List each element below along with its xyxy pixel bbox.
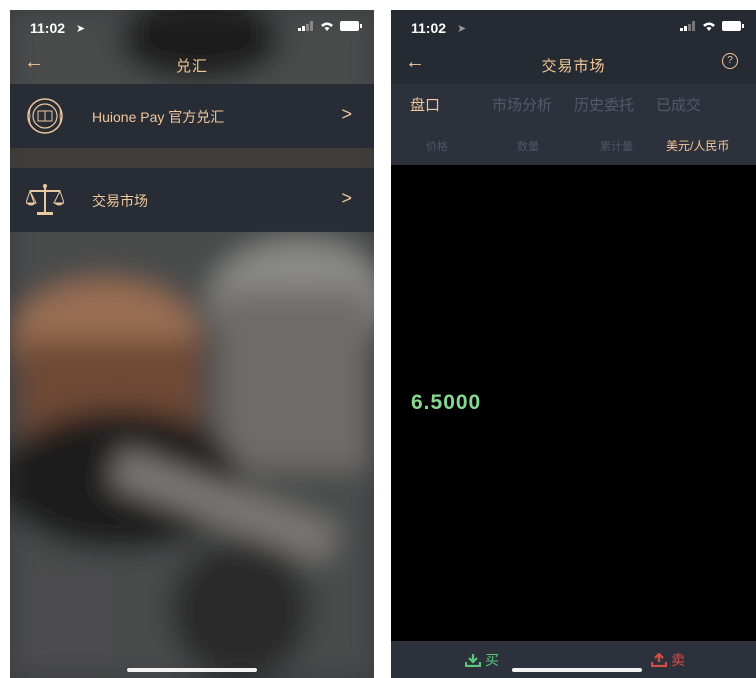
sell-label: 卖 bbox=[671, 652, 685, 668]
tab-bar: 盘口 市场分析 历史委托 已成交 bbox=[391, 84, 756, 124]
nav-bar: ← 交易市场 ? bbox=[391, 44, 756, 84]
trading-market-screen: 11:02 ➤ ← 交易市场 ? 盘口 市场分析 历史委托 已成交 价格 数量 … bbox=[391, 10, 756, 678]
status-bar: 11:02 ➤ bbox=[391, 10, 756, 44]
tab-market-analysis[interactable]: 市场分析 bbox=[492, 94, 555, 115]
buy-label: 买 bbox=[485, 652, 499, 668]
status-icons bbox=[680, 21, 744, 31]
buy-download-icon bbox=[465, 654, 481, 667]
exchange-screen: 11:02 ➤ ← 兑汇 Huione Pay 官方兑汇 > 交易市场 > bbox=[10, 10, 374, 678]
tab-order-history[interactable]: 历史委托 bbox=[574, 94, 637, 115]
location-arrow-icon: ➤ bbox=[457, 23, 467, 35]
page-title: 兑汇 bbox=[175, 58, 208, 75]
chevron-right-icon: > bbox=[341, 188, 352, 208]
wifi-icon bbox=[703, 22, 715, 31]
home-indicator[interactable] bbox=[511, 668, 642, 672]
help-icon[interactable]: ? bbox=[722, 53, 738, 69]
column-header: 价格 数量 累计量 美元/人民币 bbox=[391, 124, 756, 165]
huione-seal-icon bbox=[27, 98, 63, 134]
location-arrow-icon: ➤ bbox=[76, 23, 86, 35]
currency-pair-selector[interactable]: 美元/人民币 bbox=[666, 137, 729, 154]
column-cumulative: 累计量 bbox=[600, 141, 633, 153]
status-time: 11:02 bbox=[411, 20, 447, 36]
buy-button[interactable]: 买 bbox=[465, 650, 499, 670]
battery-icon bbox=[340, 21, 362, 31]
tab-order-book[interactable]: 盘口 bbox=[410, 94, 473, 115]
current-price: 6.5000 bbox=[411, 391, 482, 414]
page-title: 交易市场 bbox=[541, 58, 606, 75]
signal-icon bbox=[680, 21, 695, 31]
sell-upload-icon bbox=[651, 653, 667, 667]
trading-market-label: 交易市场 bbox=[92, 193, 148, 209]
wifi-icon bbox=[321, 22, 333, 31]
column-quantity: 数量 bbox=[517, 141, 539, 153]
trading-market-row[interactable]: 交易市场 > bbox=[10, 168, 374, 232]
row-divider bbox=[10, 148, 374, 168]
status-bar: 11:02 ➤ bbox=[10, 10, 374, 44]
tab-completed[interactable]: 已成交 bbox=[656, 94, 719, 115]
column-price: 价格 bbox=[426, 141, 448, 153]
chevron-right-icon: > bbox=[341, 104, 352, 124]
status-icons bbox=[298, 21, 362, 31]
home-indicator[interactable] bbox=[127, 668, 257, 672]
status-time: 11:02 bbox=[30, 20, 66, 36]
scales-icon bbox=[26, 184, 64, 215]
official-exchange-label: Huione Pay 官方兑汇 bbox=[92, 109, 225, 125]
nav-bar: ← 兑汇 bbox=[10, 44, 374, 84]
sell-button[interactable]: 卖 bbox=[651, 650, 685, 670]
signal-icon bbox=[298, 21, 313, 31]
official-exchange-row[interactable]: Huione Pay 官方兑汇 > bbox=[10, 84, 374, 148]
battery-icon bbox=[722, 21, 744, 31]
trade-action-bar: 买 卖 bbox=[391, 641, 756, 678]
